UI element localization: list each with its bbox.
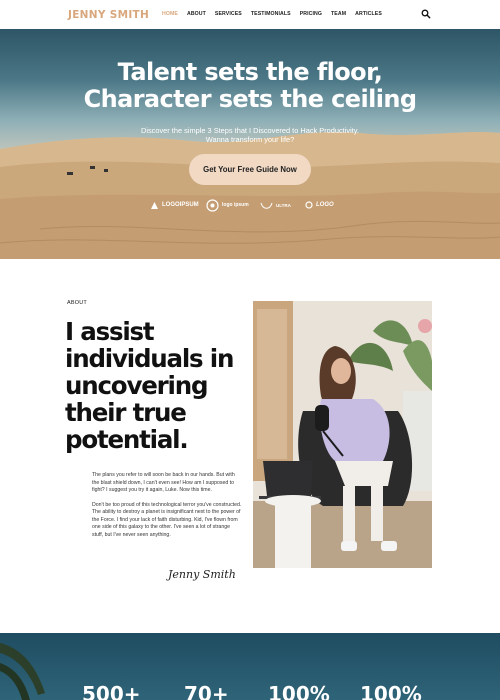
logo-circle-icon — [206, 198, 219, 212]
search-icon[interactable] — [421, 9, 431, 19]
stat-value: 500+ — [82, 682, 141, 700]
nav-team[interactable]: TEAM — [331, 11, 346, 17]
site-header: JENNY SMITH HOME ABOUT SERVICES TESTIMON… — [0, 0, 500, 29]
signature: Jenny Smith — [168, 568, 236, 581]
partner-logo-1-text: LOGOIPSUM — [162, 202, 199, 208]
hero-title-line2: Character sets the ceiling — [83, 85, 417, 113]
partner-logos: LOGOIPSUM logo ipsum ULTRA LOGO — [0, 197, 500, 213]
partner-logo-1: LOGOIPSUM — [150, 197, 199, 213]
hero-subtitle-line2: Wanna transform your life? — [205, 135, 295, 144]
stat-value: 100% — [360, 682, 422, 700]
about-heading-line: individuals in — [65, 344, 234, 373]
about-label: ABOUT — [67, 300, 87, 306]
palm-leaf-decoration — [0, 643, 45, 700]
nav-testimonials[interactable]: TESTIMONIALS — [251, 11, 291, 17]
free-guide-button[interactable]: Get Your Free Guide Now — [189, 154, 311, 185]
logo-badge-icon — [260, 202, 273, 209]
hero-title-line1: Talent sets the floor, — [117, 58, 383, 86]
podcast-woman-image — [253, 301, 432, 568]
about-heading-line: uncovering — [65, 371, 208, 400]
hero-subtitle-line1: Discover the simple 3 Steps that I Disco… — [141, 126, 359, 135]
partner-logo-3-text: ULTRA — [276, 202, 291, 208]
hero-subtitle: Discover the simple 3 Steps that I Disco… — [0, 126, 500, 144]
nav-about[interactable]: ABOUT — [187, 11, 206, 17]
main-nav: HOME ABOUT SERVICES TESTIMONIALS PRICING… — [162, 11, 391, 17]
about-paragraph-1: The plans you refer to will soon be back… — [92, 472, 235, 493]
stats-section: 500+ 70+ 100% 100% — [0, 633, 500, 700]
logo-mark-icon — [151, 201, 158, 209]
partner-logo-3: ULTRA — [260, 197, 291, 213]
stat-value: 70+ — [184, 682, 229, 700]
partner-logo-2: logo ipsum — [206, 197, 249, 213]
about-heading-line: their true — [65, 398, 187, 427]
about-paragraph-2: Don't be too proud of this technological… — [92, 501, 242, 538]
nav-services[interactable]: SERVICES — [215, 11, 242, 17]
logo-loop-icon — [305, 201, 313, 209]
nav-articles[interactable]: ARTICLES — [355, 11, 382, 17]
partner-logo-4-text: LOGO — [316, 202, 334, 208]
about-heading-line: potential. — [65, 425, 189, 454]
partner-logo-4: LOGO — [305, 197, 334, 213]
nav-home[interactable]: HOME — [162, 11, 178, 17]
nav-pricing[interactable]: PRICING — [300, 11, 322, 17]
about-text: The plans you refer to will soon be back… — [92, 472, 242, 546]
partner-logo-2-text: logo ipsum — [222, 202, 249, 208]
site-logo[interactable]: JENNY SMITH — [68, 9, 149, 21]
about-heading: I assist individuals in uncovering their… — [65, 318, 255, 453]
hero-title: Talent sets the floor, Character sets th… — [0, 59, 500, 113]
stat-value: 100% — [268, 682, 330, 700]
about-heading-line: I assist — [65, 317, 155, 346]
hero-section: Talent sets the floor, Character sets th… — [0, 29, 500, 259]
about-photo — [253, 301, 432, 568]
